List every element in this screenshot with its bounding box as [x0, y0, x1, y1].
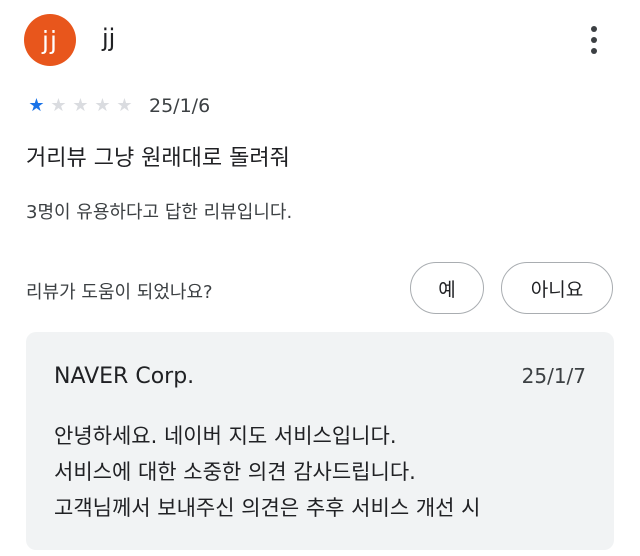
reply-text-line: 안녕하세요. 네이버 지도 서비스입니다.	[54, 424, 397, 448]
no-button[interactable]: 아니요	[501, 262, 613, 314]
star-empty-icon: ★	[50, 95, 67, 116]
reply-date: 25/1/7	[521, 364, 586, 388]
developer-name: NAVER Corp.	[54, 364, 195, 389]
more-dot	[591, 37, 597, 43]
star-filled-icon: ★	[28, 95, 45, 116]
review-text: 거리뷰 그냥 원래대로 돌려줘	[26, 146, 290, 171]
review-header: jj jj	[0, 0, 640, 88]
rating-row: ★ ★ ★ ★ ★ 25/1/6	[26, 92, 210, 120]
star-empty-icon: ★	[116, 95, 133, 116]
developer-reply-card: NAVER Corp. 25/1/7 안녕하세요. 네이버 지도 서비스입니다.…	[26, 332, 614, 550]
review-date: 25/1/6	[149, 95, 211, 117]
reply-text-line: 고객님께서 보내주신 의견은 추후 서비스 개선 시	[54, 496, 481, 520]
star-rating: ★ ★ ★ ★ ★	[26, 97, 135, 115]
helpful-question: 리뷰가 도움이 되었나요?	[26, 282, 213, 303]
reply-text-line: 서비스에 대한 소중한 의견 감사드립니다.	[54, 460, 416, 484]
reviewer-name: jj	[102, 24, 116, 52]
more-dot	[591, 48, 597, 54]
avatar: jj	[24, 14, 76, 66]
star-empty-icon: ★	[94, 95, 111, 116]
helpful-count: 3명이 유용하다고 답한 리뷰입니다.	[26, 202, 293, 223]
star-empty-icon: ★	[72, 95, 89, 116]
yes-button[interactable]: 예	[410, 262, 484, 314]
more-dot	[591, 26, 597, 32]
more-vert-icon[interactable]	[578, 20, 610, 60]
